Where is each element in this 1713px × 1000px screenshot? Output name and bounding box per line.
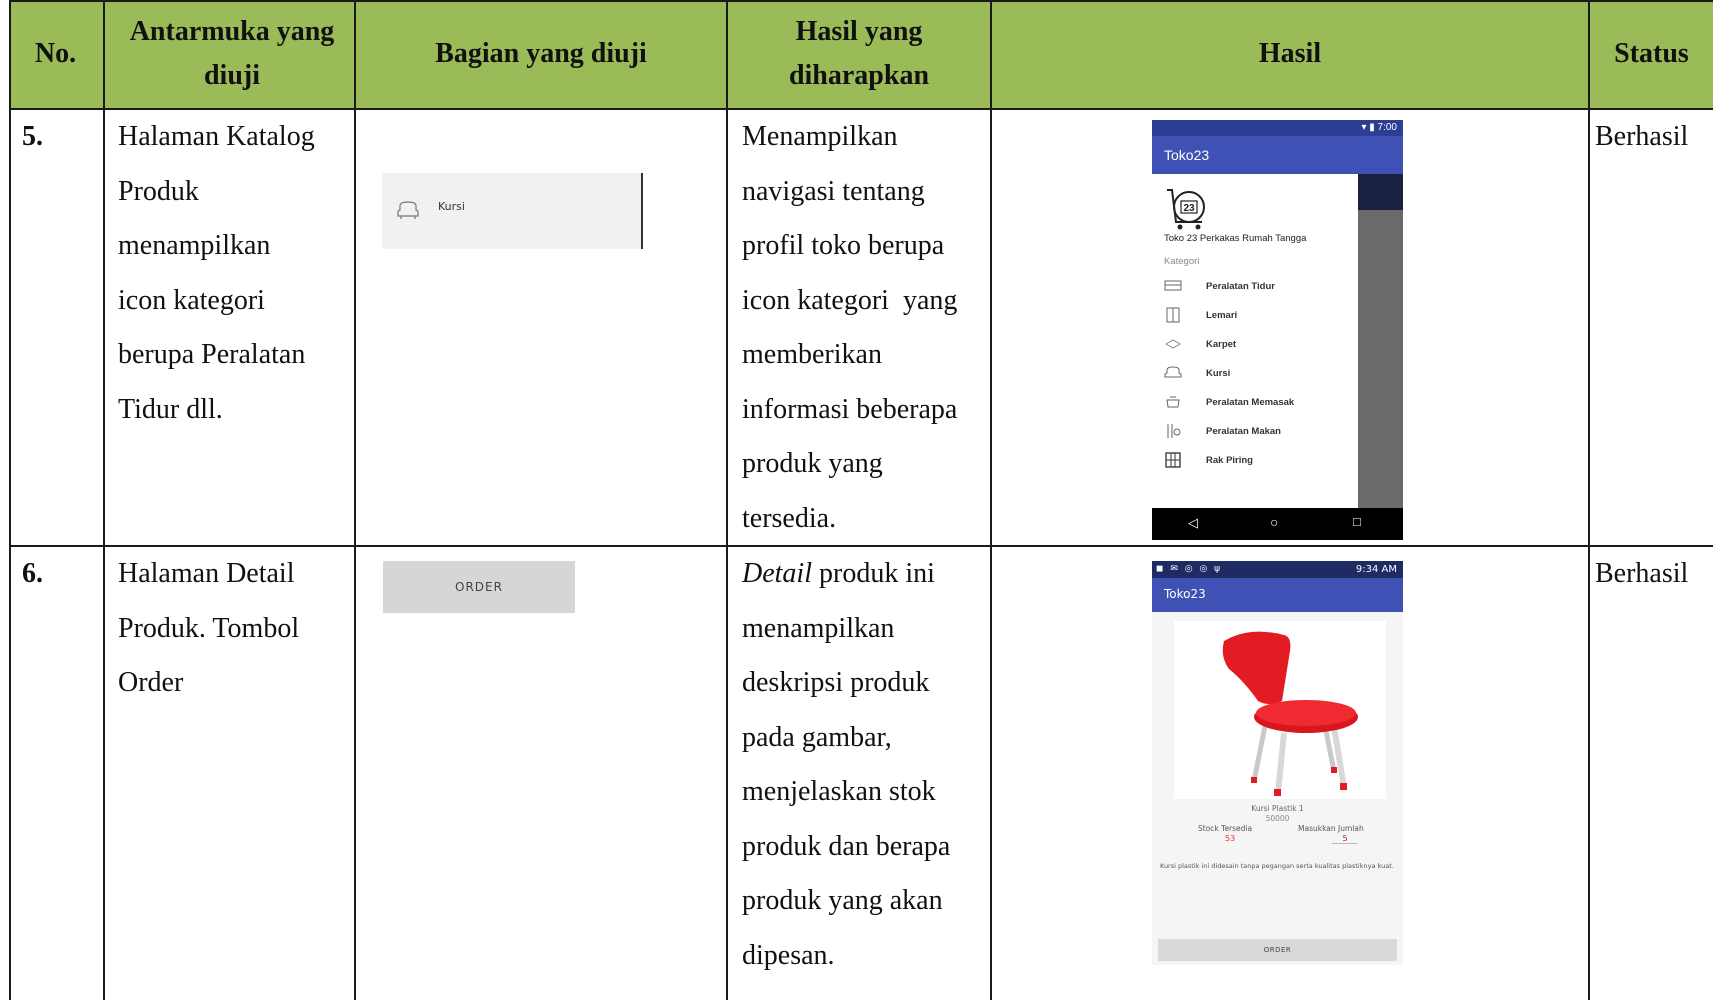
category-item-peralatan-memasak[interactable]: Peralatan Memasak: [1164, 392, 1354, 416]
stock-value: 53: [1225, 834, 1236, 843]
status-bar: ▾ ▮ 7:00: [1152, 120, 1403, 136]
order-button-image: ORDER: [383, 561, 575, 613]
grid-line: [9, 0, 1713, 2]
category-item-lemari[interactable]: Lemari: [1164, 305, 1354, 329]
product-photo: [1174, 621, 1386, 799]
grid-line: [354, 0, 356, 1000]
kursi-label: Kursi: [438, 200, 465, 213]
grid-line: [9, 0, 11, 1000]
category-item-rak-piring[interactable]: Rak Piring: [1164, 450, 1354, 474]
grid-line: [990, 0, 992, 1000]
store-logo-icon: 23: [1167, 189, 1205, 230]
grid-line: [1588, 0, 1590, 1000]
notification-icons: ◼ ✉ ◎ ◎ ψ: [1156, 564, 1223, 574]
category-header: Kategori: [1164, 256, 1200, 267]
android-nav-bar: ◁ ○ □: [1152, 508, 1403, 540]
category-item-peralatan-makan[interactable]: Peralatan Makan: [1164, 421, 1354, 445]
home-icon[interactable]: ○: [1270, 514, 1278, 530]
screenshot-catalog: ▾ ▮ 7:00 Toko23 23 Toko 23 Perkakas Ruma…: [1152, 120, 1403, 540]
carpet-icon: [1164, 339, 1182, 349]
store-name: Toko 23 Perkakas Rumah Tangga: [1164, 233, 1307, 244]
status-text: Berhasil: [1595, 558, 1689, 589]
order-button[interactable]: ORDER: [1158, 939, 1397, 961]
divider: [641, 173, 643, 249]
bed-icon: [1164, 280, 1182, 291]
expected-text: Detail produk ini menampilkan deskripsi …: [742, 558, 951, 971]
quantity-label: Masukkan Jumlah: [1298, 824, 1364, 833]
kursi-menu-item-image: Kursi: [382, 173, 643, 249]
category-item-karpet[interactable]: Karpet: [1164, 334, 1354, 358]
stock-label: Stock Tersedia: [1198, 824, 1253, 833]
app-title: Toko23: [1164, 587, 1206, 601]
wardrobe-icon: [1166, 307, 1180, 323]
status-text: Berhasil: [1595, 121, 1689, 152]
app-title: Toko23: [1164, 147, 1210, 163]
header-status: Status: [1614, 38, 1689, 69]
back-icon[interactable]: ◁: [1188, 515, 1198, 531]
svg-text:23: 23: [1183, 203, 1195, 214]
cutlery-icon: [1167, 424, 1181, 438]
header-expected: Hasil yang diharapkan: [788, 16, 930, 91]
product-price: 50000: [1265, 814, 1290, 823]
product-description: Kursi plastik ini didesain tanpa peganga…: [1160, 862, 1394, 870]
rack-icon: [1165, 452, 1181, 468]
header-section: Bagian yang diuji: [435, 38, 647, 69]
grid-line: [726, 0, 728, 1000]
row-number: 6.: [22, 558, 43, 589]
quantity-input[interactable]: 5: [1332, 834, 1358, 844]
expected-text: Menampilkan navigasi tentang profil toko…: [742, 121, 958, 534]
screenshot-product-detail: ◼ ✉ ◎ ◎ ψ 9:34 AM Toko23 Kursi Plastik 1…: [1152, 561, 1403, 965]
pot-icon: [1166, 396, 1180, 408]
drawer-scrim-header: [1358, 174, 1403, 210]
row-number: 5.: [22, 121, 43, 152]
category-item-kursi[interactable]: Kursi: [1164, 363, 1354, 387]
red-chair-image: [1222, 631, 1358, 796]
recent-apps-icon[interactable]: □: [1353, 514, 1361, 529]
interface-text: Halaman Detail Produk. Tombol Order: [118, 558, 300, 698]
header-result: Hasil: [1258, 38, 1322, 69]
product-name: Kursi Plastik 1: [1251, 804, 1304, 813]
chair-icon: [397, 201, 419, 219]
category-item-peralatan-tidur[interactable]: Peralatan Tidur: [1164, 276, 1354, 300]
status-bar: ◼ ✉ ◎ ◎ ψ 9:34 AM: [1152, 561, 1403, 578]
header-no: No.: [34, 38, 77, 69]
interface-text: Halaman Katalog Produk menampilkan icon …: [118, 121, 315, 425]
grid-line: [103, 0, 105, 1000]
chair-icon: [1164, 366, 1182, 378]
header-interface: Antarmuka yang diuji: [129, 16, 335, 91]
